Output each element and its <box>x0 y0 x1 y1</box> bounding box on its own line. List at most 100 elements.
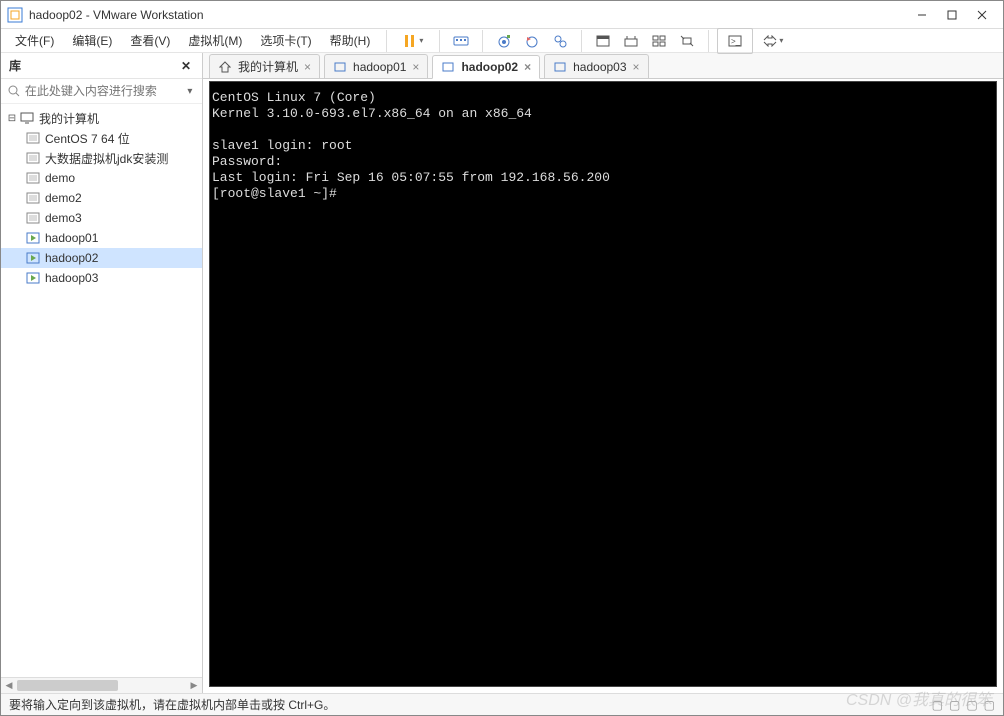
scroll-left-icon[interactable]: ◀ <box>1 678 17 693</box>
vm-icon <box>441 60 455 74</box>
tree-item-label: demo <box>45 171 75 185</box>
minimize-button[interactable] <box>907 4 937 26</box>
vm-off-icon <box>25 150 41 166</box>
thumbnail-button[interactable] <box>646 28 672 54</box>
tree-item-label: hadoop03 <box>45 271 98 285</box>
device-icon[interactable]: ▢ <box>949 698 960 712</box>
window-titlebar: hadoop02 - VMware Workstation <box>1 1 1003 29</box>
search-dropdown-icon[interactable]: ▾ <box>184 86 196 97</box>
vm-off-icon <box>25 130 41 146</box>
tab-label: hadoop01 <box>353 60 406 74</box>
statusbar-hint: 要将输入定向到该虚拟机，请在虚拟机内部单击或按 Ctrl+G。 <box>9 696 335 713</box>
tree-item-label: CentOS 7 64 位 <box>45 130 130 147</box>
separator <box>581 30 582 52</box>
tab-label: 我的计算机 <box>238 58 298 75</box>
tree-root-label: 我的计算机 <box>39 110 99 127</box>
separator <box>708 30 709 52</box>
vm-on-icon <box>25 230 41 246</box>
send-ctrl-alt-del-button[interactable] <box>448 28 474 54</box>
tab-label: hadoop03 <box>573 60 626 74</box>
tab-hadoop01[interactable]: hadoop01 × <box>324 54 428 78</box>
chevron-down-icon: ▾ <box>779 36 783 45</box>
svg-text:>_: >_ <box>731 37 741 46</box>
vm-on-icon <box>25 270 41 286</box>
tab-hadoop02[interactable]: hadoop02 × <box>432 55 540 79</box>
tree-item[interactable]: hadoop01 <box>1 228 202 248</box>
scroll-thumb[interactable] <box>17 680 118 691</box>
tree-item[interactable]: hadoop03 <box>1 268 202 288</box>
tab-close-icon[interactable]: × <box>524 60 531 74</box>
separator <box>439 30 440 52</box>
search-icon <box>7 83 21 99</box>
tree-item-label: 大数据虚拟机jdk安装测 <box>45 150 168 167</box>
device-icon[interactable]: ▢ <box>984 698 995 712</box>
tab-label: hadoop02 <box>461 60 518 74</box>
vm-on-icon <box>25 250 41 266</box>
library-sidebar: 库 ✕ ▾ ⊟ 我的计算机 CentOS 7 64 位 大数据虚拟机jdk安装测… <box>1 53 203 693</box>
sidebar-search-row: ▾ <box>1 79 202 104</box>
menu-edit[interactable]: 编辑(E) <box>64 29 120 52</box>
statusbar: 要将输入定向到该虚拟机，请在虚拟机内部单击或按 Ctrl+G。 ▢ ▢ ▢ ▢ <box>1 693 1003 715</box>
tree-item[interactable]: demo3 <box>1 208 202 228</box>
menu-tabs[interactable]: 选项卡(T) <box>252 29 319 52</box>
scroll-track[interactable] <box>17 678 186 693</box>
main-area: 我的计算机 × hadoop01 × hadoop02 × hadoop03 ×… <box>203 53 1003 693</box>
maximize-button[interactable] <box>937 4 967 26</box>
unity-button[interactable] <box>618 28 644 54</box>
menu-vm[interactable]: 虚拟机(M) <box>180 29 250 52</box>
close-button[interactable] <box>967 4 997 26</box>
device-icon[interactable]: ▢ <box>932 698 943 712</box>
app-icon <box>7 7 23 23</box>
tree-root-my-computer[interactable]: ⊟ 我的计算机 <box>1 108 202 128</box>
sidebar-scrollbar[interactable]: ◀ ▶ <box>1 677 202 693</box>
tree-item[interactable]: 大数据虚拟机jdk安装测 <box>1 148 202 168</box>
stretch-button[interactable] <box>674 28 700 54</box>
scroll-right-icon[interactable]: ▶ <box>186 678 202 693</box>
tab-home[interactable]: 我的计算机 × <box>209 54 320 78</box>
device-icon[interactable]: ▢ <box>966 698 977 712</box>
vm-icon <box>333 60 347 74</box>
window-title: hadoop02 - VMware Workstation <box>29 8 907 22</box>
revert-snapshot-button[interactable] <box>519 28 545 54</box>
chevron-down-icon: ▾ <box>419 36 423 45</box>
computer-icon <box>19 110 35 126</box>
console-view-button[interactable]: >_ <box>717 28 753 54</box>
tab-close-icon[interactable]: × <box>304 60 311 74</box>
snapshot-manager-button[interactable] <box>547 28 573 54</box>
sidebar-close-button[interactable]: ✕ <box>178 59 194 73</box>
menu-file[interactable]: 文件(F) <box>7 29 62 52</box>
tab-close-icon[interactable]: × <box>633 60 640 74</box>
fullscreen-button[interactable] <box>590 28 616 54</box>
vm-off-icon <box>25 210 41 226</box>
tab-close-icon[interactable]: × <box>412 60 419 74</box>
separator <box>482 30 483 52</box>
tree-item-label: hadoop01 <box>45 231 98 245</box>
sidebar-header: 库 ✕ <box>1 53 202 79</box>
tree-item-label: hadoop02 <box>45 251 98 265</box>
menubar: 文件(F) 编辑(E) 查看(V) 虚拟机(M) 选项卡(T) 帮助(H) ▾ … <box>1 29 1003 53</box>
sidebar-title: 库 <box>9 57 21 74</box>
vm-icon <box>553 60 567 74</box>
statusbar-icons: ▢ ▢ ▢ ▢ <box>932 698 995 712</box>
vm-off-icon <box>25 190 41 206</box>
menu-view[interactable]: 查看(V) <box>122 29 178 52</box>
tree-item[interactable]: demo2 <box>1 188 202 208</box>
home-icon <box>218 60 232 74</box>
tabs-row: 我的计算机 × hadoop01 × hadoop02 × hadoop03 × <box>203 53 1003 79</box>
tree-item-selected[interactable]: hadoop02 <box>1 248 202 268</box>
fit-guest-button[interactable]: ▾ <box>755 28 791 54</box>
tab-hadoop03[interactable]: hadoop03 × <box>544 54 648 78</box>
menu-help[interactable]: 帮助(H) <box>322 29 379 52</box>
vm-off-icon <box>25 170 41 186</box>
vm-console[interactable]: CentOS Linux 7 (Core) Kernel 3.10.0-693.… <box>209 81 997 687</box>
tree-item[interactable]: CentOS 7 64 位 <box>1 128 202 148</box>
library-tree: ⊟ 我的计算机 CentOS 7 64 位 大数据虚拟机jdk安装测 demo … <box>1 104 202 677</box>
separator <box>386 30 387 52</box>
snapshot-button[interactable] <box>491 28 517 54</box>
tree-item[interactable]: demo <box>1 168 202 188</box>
tree-item-label: demo2 <box>45 191 82 205</box>
search-input[interactable] <box>25 84 180 98</box>
collapse-icon[interactable]: ⊟ <box>5 113 19 124</box>
pause-play-button[interactable]: ▾ <box>395 28 431 54</box>
tree-item-label: demo3 <box>45 211 82 225</box>
